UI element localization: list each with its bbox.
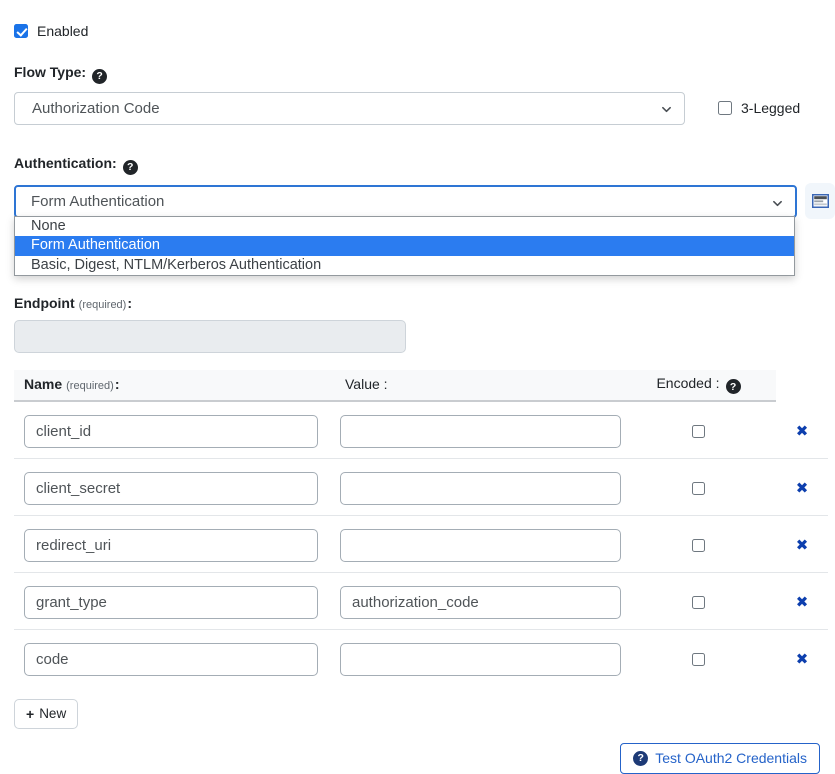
times-icon: ✖	[796, 422, 809, 440]
question-circle-icon: ?	[633, 751, 648, 766]
endpoint-colon: :	[127, 295, 132, 311]
open-editor-button[interactable]	[805, 183, 835, 219]
endpoint-required-note: (required)	[79, 299, 127, 311]
column-header-value: Value :	[340, 376, 621, 392]
param-value-input[interactable]	[340, 472, 621, 505]
param-name-input[interactable]	[24, 643, 318, 676]
param-row: ✖	[14, 572, 828, 629]
param-value-input[interactable]	[340, 643, 621, 676]
enabled-label: Enabled	[37, 23, 88, 39]
endpoint-label-row: Endpoint (required):	[14, 295, 835, 313]
enabled-checkbox[interactable]	[14, 24, 28, 38]
auth-option[interactable]: Basic, Digest, NTLM/Kerberos Authenticat…	[15, 256, 794, 276]
param-value-input[interactable]	[340, 415, 621, 448]
three-legged-group: 3-Legged	[718, 100, 800, 116]
three-legged-checkbox[interactable]	[718, 101, 732, 115]
chevron-down-icon	[772, 198, 783, 209]
column-header-name: Name(required):	[14, 376, 318, 392]
auth-option[interactable]: None	[15, 217, 794, 237]
authentication-label-row: Authentication:?	[14, 155, 835, 175]
param-row: ✖	[14, 402, 828, 458]
flow-type-select[interactable]: Authorization Code	[14, 92, 685, 125]
delete-row-button[interactable]: ✖	[796, 652, 809, 667]
auth-option[interactable]: Form Authentication	[15, 236, 794, 256]
encoded-checkbox[interactable]	[692, 482, 705, 495]
param-name-input[interactable]	[24, 472, 318, 505]
times-icon: ✖	[796, 479, 809, 497]
oauth-params-table: Name(required): Value : Encoded :? ✖ ✖	[14, 370, 828, 687]
delete-row-button[interactable]: ✖	[796, 538, 809, 553]
plus-icon: +	[26, 707, 34, 721]
list-alt-icon	[812, 194, 829, 208]
delete-row-button[interactable]: ✖	[796, 424, 809, 439]
delete-row-button[interactable]: ✖	[796, 481, 809, 496]
flow-type-label-row: Flow Type:?	[14, 64, 835, 84]
flow-type-label: Flow Type:	[14, 64, 86, 80]
encoded-checkbox[interactable]	[692, 653, 705, 666]
test-oauth2-credentials-button[interactable]: ? Test OAuth2 Credentials	[620, 743, 820, 774]
new-param-button[interactable]: + New	[14, 699, 78, 729]
params-table-body: ✖ ✖ ✖ ✖	[14, 402, 828, 686]
times-icon: ✖	[796, 650, 809, 668]
authentication-dropdown-list: NoneForm AuthenticationBasic, Digest, NT…	[14, 216, 795, 277]
param-value-input[interactable]	[340, 529, 621, 562]
flow-type-help-icon[interactable]: ?	[92, 69, 107, 84]
param-row: ✖	[14, 458, 828, 515]
param-name-input[interactable]	[24, 415, 318, 448]
param-value-input[interactable]	[340, 586, 621, 619]
param-row: ✖	[14, 515, 828, 572]
endpoint-input[interactable]	[14, 320, 406, 353]
three-legged-label: 3-Legged	[741, 100, 800, 116]
encoded-help-icon[interactable]: ?	[726, 379, 741, 394]
times-icon: ✖	[796, 536, 809, 554]
flow-type-selected-value: Authorization Code	[32, 100, 160, 117]
encoded-checkbox[interactable]	[692, 539, 705, 552]
encoded-checkbox[interactable]	[692, 425, 705, 438]
authentication-selected-value: Form Authentication	[31, 193, 164, 210]
authentication-label: Authentication:	[14, 155, 117, 171]
delete-row-button[interactable]: ✖	[796, 595, 809, 610]
test-button-row: ? Test OAuth2 Credentials	[14, 743, 820, 774]
encoded-checkbox[interactable]	[692, 596, 705, 609]
param-name-input[interactable]	[24, 529, 318, 562]
endpoint-label: Endpoint	[14, 295, 75, 311]
param-name-input[interactable]	[24, 586, 318, 619]
authentication-row: Form Authentication NoneForm Authenticat…	[14, 183, 835, 220]
authentication-help-icon[interactable]: ?	[123, 160, 138, 175]
params-table-header: Name(required): Value : Encoded :?	[14, 370, 776, 403]
column-header-encoded: Encoded :?	[621, 375, 776, 395]
times-icon: ✖	[796, 593, 809, 611]
chevron-down-icon	[661, 104, 672, 115]
flow-type-row: Authorization Code 3-Legged	[14, 92, 835, 125]
enabled-row: Enabled	[14, 23, 835, 39]
param-row: ✖	[14, 629, 828, 686]
authentication-select[interactable]: Form Authentication	[14, 185, 797, 218]
